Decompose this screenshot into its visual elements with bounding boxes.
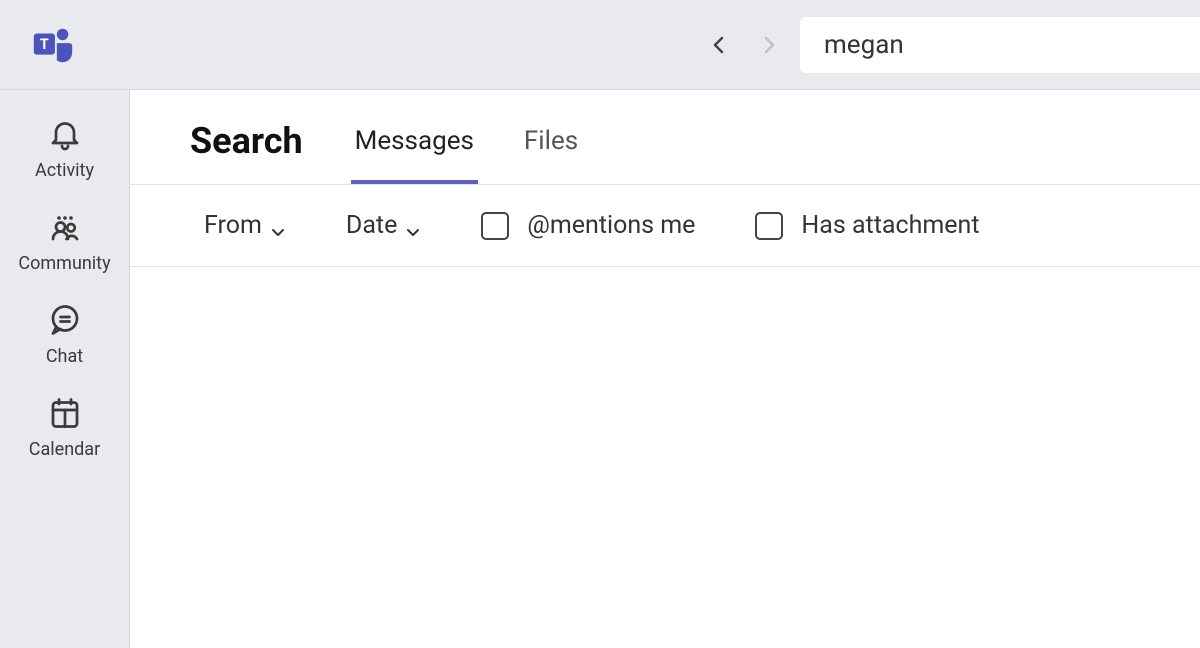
sidebar-item-community[interactable]: Community bbox=[0, 197, 129, 290]
search-input[interactable] bbox=[800, 17, 1200, 73]
topbar-right bbox=[76, 17, 1200, 73]
chevron-down-icon bbox=[270, 218, 286, 234]
nav-forward-button[interactable] bbox=[750, 26, 788, 64]
main-area: Activity Community bbox=[0, 90, 1200, 648]
filter-mentions-checkbox[interactable]: @mentions me bbox=[481, 211, 695, 240]
filter-from-dropdown[interactable]: From bbox=[204, 211, 286, 240]
sidebar-item-chat[interactable]: Chat bbox=[0, 290, 129, 383]
filter-date-dropdown[interactable]: Date bbox=[346, 211, 421, 240]
checkbox-icon bbox=[755, 212, 783, 240]
teams-logo-icon: T bbox=[30, 22, 76, 68]
sidebar-item-calendar[interactable]: Calendar bbox=[0, 383, 129, 476]
header-row: Search Messages Files bbox=[130, 90, 1200, 185]
sidebar-item-activity[interactable]: Activity bbox=[0, 104, 129, 197]
filter-date-label: Date bbox=[346, 211, 397, 240]
people-icon bbox=[45, 207, 85, 247]
filter-row: From Date @mentions me Has attachment bbox=[130, 185, 1200, 267]
app-sidebar: Activity Community bbox=[0, 90, 130, 648]
filter-from-label: From bbox=[204, 211, 262, 240]
chat-icon bbox=[45, 300, 85, 340]
filter-attachment-checkbox[interactable]: Has attachment bbox=[755, 211, 979, 240]
tab-files[interactable]: Files bbox=[520, 126, 582, 184]
sidebar-item-label: Activity bbox=[35, 160, 94, 181]
filter-attachment-label: Has attachment bbox=[801, 211, 979, 240]
svg-text:T: T bbox=[40, 35, 49, 52]
sidebar-item-label: Chat bbox=[46, 346, 83, 367]
tabs: Messages Files bbox=[351, 126, 583, 184]
calendar-icon bbox=[45, 393, 85, 433]
chevron-down-icon bbox=[405, 218, 421, 234]
page-title: Search bbox=[190, 120, 303, 184]
bell-icon bbox=[45, 114, 85, 154]
nav-back-button[interactable] bbox=[700, 26, 738, 64]
tab-messages[interactable]: Messages bbox=[351, 126, 478, 184]
sidebar-item-label: Community bbox=[18, 253, 110, 274]
sidebar-item-label: Calendar bbox=[29, 439, 100, 460]
checkbox-icon bbox=[481, 212, 509, 240]
top-bar: T bbox=[0, 0, 1200, 90]
content-area: Search Messages Files From Date @ bbox=[130, 90, 1200, 648]
filter-mentions-label: @mentions me bbox=[527, 211, 695, 240]
